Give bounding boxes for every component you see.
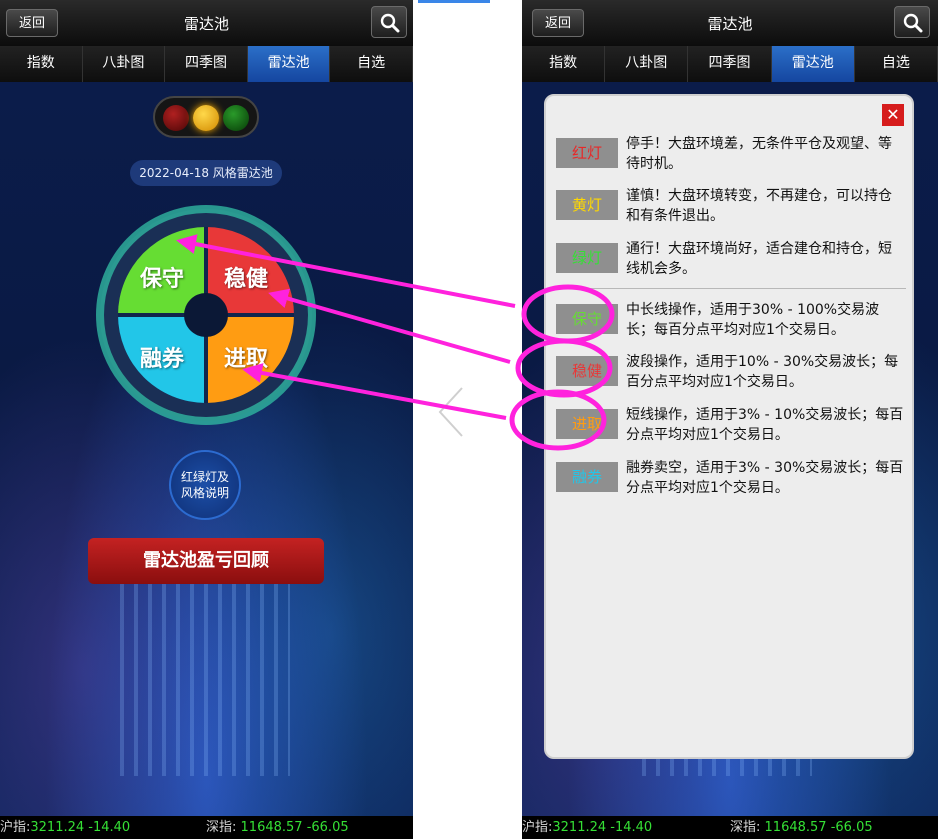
tab-bagua[interactable]: 八卦图 xyxy=(82,46,166,82)
right-screen: 返回 雷达池 指数 八卦图 四季图 雷达池 自选 ✕ 红灯 停手！大盘环境差，无… xyxy=(522,0,938,839)
yellow-light-icon xyxy=(193,105,219,131)
legend-desc: 中长线操作，适用于30% - 100%交易波长；每百分点平均对应1个交易日。 xyxy=(626,302,880,338)
tab-index[interactable]: 指数 xyxy=(522,46,606,82)
red-light-icon xyxy=(163,105,189,131)
search-icon xyxy=(903,13,923,33)
left-screen: 返回 雷达池 指数 八卦图 四季图 雷达池 自选 2022-04-18 风格雷达… xyxy=(0,0,413,839)
legend-desc: 通行！大盘环境尚好，适合建仓和持仓，短线机会多。 xyxy=(626,241,892,277)
tab-watchlist[interactable]: 自选 xyxy=(330,46,413,82)
quadrant-label-short-sell: 融券 xyxy=(140,347,185,372)
chip-yellow-light: 黄灯 xyxy=(556,190,618,220)
background-art xyxy=(0,82,413,816)
tab-radar-pool[interactable]: 雷达池 xyxy=(247,46,331,82)
info-button[interactable]: 红绿灯及 风格说明 xyxy=(169,450,241,520)
divider-bar xyxy=(418,0,490,3)
radar-wheel: 保守 稳健 融券 进取 xyxy=(96,205,316,425)
market-ticker: 沪指:3211.24 -14.40 深指: 11648.57 -66.05 xyxy=(0,816,413,839)
sz-index: 深指: 11648.57 -66.05 xyxy=(206,820,349,835)
chip-red-light: 红灯 xyxy=(556,138,618,168)
search-button[interactable] xyxy=(371,6,407,38)
legend-desc: 波段操作，适用于10% - 30%交易波长；每百分点平均对应1个交易日。 xyxy=(626,354,899,390)
legend-desc: 谨慎！大盘环境转变，不再建仓，可以持仓和有条件退出。 xyxy=(626,188,892,224)
date-label: 2022-04-18 风格雷达池 xyxy=(130,160,282,186)
chevron-left-icon xyxy=(438,387,463,437)
search-icon xyxy=(380,13,400,33)
quadrant-label-conservative: 保守 xyxy=(140,267,185,292)
info-label-line2: 风格说明 xyxy=(180,486,229,500)
tab-bar: 指数 八卦图 四季图 雷达池 自选 xyxy=(0,46,413,82)
quadrant-label-aggressive: 进取 xyxy=(224,347,269,372)
tab-bagua[interactable]: 八卦图 xyxy=(605,46,689,82)
legend-divider xyxy=(556,288,906,289)
city-towers xyxy=(120,556,290,776)
radar-wheel-graphic xyxy=(96,205,316,425)
tab-radar-pool[interactable]: 雷达池 xyxy=(771,46,855,82)
legend-desc: 停手！大盘环境差，无条件平仓及观望、等待时机。 xyxy=(626,136,892,172)
sh-index: 沪指:3211.24 -14.40 xyxy=(522,820,653,835)
chip-steady: 稳健 xyxy=(556,356,618,386)
traffic-light xyxy=(153,96,259,138)
page-title: 雷达池 xyxy=(707,15,753,33)
sz-index: 深指: 11648.57 -66.05 xyxy=(730,820,873,835)
green-light-icon xyxy=(223,105,249,131)
info-label-line1: 红绿灯及 xyxy=(180,470,229,484)
legend-desc: 融券卖空，适用于3% - 30%交易波长；每百分点平均对应1个交易日。 xyxy=(626,460,904,496)
tab-seasons[interactable]: 四季图 xyxy=(165,46,248,82)
legend-desc: 短线操作，适用于3% - 10%交易波长；每百分点平均对应1个交易日。 xyxy=(626,407,904,443)
tab-bar: 指数 八卦图 四季图 雷达池 自选 xyxy=(522,46,938,82)
market-ticker: 沪指:3211.24 -14.40 深指: 11648.57 -66.05 xyxy=(522,816,938,839)
header: 返回 雷达池 xyxy=(0,0,413,46)
close-icon[interactable]: ✕ xyxy=(882,104,904,126)
chip-green-light: 绿灯 xyxy=(556,243,618,273)
legend-dialog: ✕ 红灯 停手！大盘环境差，无条件平仓及观望、等待时机。 黄灯 谨慎！大盘环境转… xyxy=(544,94,914,759)
quadrant-label-steady: 稳健 xyxy=(224,267,269,292)
chip-aggressive: 进取 xyxy=(556,409,618,439)
sh-index: 沪指:3211.24 -14.40 xyxy=(0,820,131,835)
search-button[interactable] xyxy=(894,6,930,38)
chip-conservative: 保守 xyxy=(556,304,618,334)
tab-index[interactable]: 指数 xyxy=(0,46,83,82)
review-button[interactable]: 雷达池盈亏回顾 xyxy=(88,538,324,584)
page-title: 雷达池 xyxy=(183,15,229,33)
header: 返回 雷达池 xyxy=(522,0,938,46)
chip-short-sell: 融券 xyxy=(556,462,618,492)
tab-seasons[interactable]: 四季图 xyxy=(688,46,772,82)
tab-watchlist[interactable]: 自选 xyxy=(854,46,938,82)
